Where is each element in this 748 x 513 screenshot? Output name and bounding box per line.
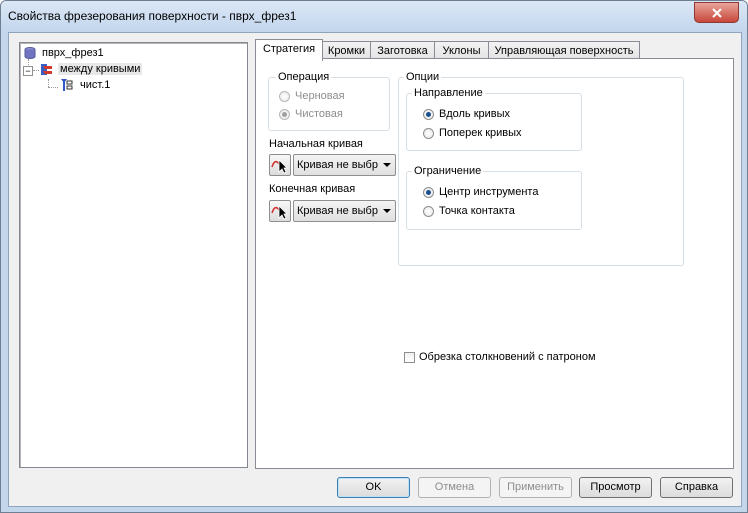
across-curves-label: Поперек кривых bbox=[439, 127, 522, 139]
start-curve-pick-button[interactable] bbox=[269, 154, 291, 176]
help-button[interactable]: Справка bbox=[660, 477, 733, 498]
collision-trim-label: Обрезка столкновений с патроном bbox=[419, 351, 596, 363]
start-curve-label: Начальная кривая bbox=[269, 138, 363, 150]
chevron-down-icon bbox=[383, 209, 391, 213]
apply-button[interactable]: Применить bbox=[499, 477, 572, 498]
along-curves-radio[interactable]: Вдоль кривых bbox=[423, 108, 510, 120]
pick-curve-icon bbox=[271, 205, 288, 220]
close-icon bbox=[711, 7, 722, 18]
database-icon bbox=[24, 47, 36, 59]
tree-item-label: чист.1 bbox=[80, 79, 111, 91]
operation-group bbox=[268, 77, 390, 131]
operation-tree[interactable]: − пврх_фрез1 между кривыми чист.1 bbox=[19, 42, 248, 468]
dialog-client: − пврх_фрез1 между кривыми чист.1 Страте… bbox=[8, 32, 742, 507]
pick-curve-icon bbox=[271, 159, 288, 174]
window-title: Свойства фрезерования поверхности - пврх… bbox=[8, 9, 297, 23]
tool-center-radio[interactable]: Центр инструмента bbox=[423, 186, 538, 198]
title-bar[interactable]: Свойства фрезерования поверхности - пврх… bbox=[1, 1, 747, 31]
ok-button[interactable]: OK bbox=[337, 477, 410, 498]
start-curve-select[interactable]: Кривая не выбр bbox=[293, 154, 396, 176]
tree-line bbox=[48, 87, 58, 88]
chevron-down-icon bbox=[383, 163, 391, 167]
checkbox-indicator bbox=[404, 351, 415, 363]
radio-indicator bbox=[423, 108, 434, 120]
limit-group bbox=[406, 171, 582, 230]
cancel-button[interactable]: Отмена bbox=[418, 477, 491, 498]
tool-center-label: Центр инструмента bbox=[439, 186, 539, 198]
finish-radio[interactable]: Чистовая bbox=[279, 108, 343, 120]
tree-line bbox=[48, 79, 49, 87]
tree-item-pass[interactable]: чист.1 bbox=[60, 77, 112, 93]
radio-indicator bbox=[423, 186, 434, 198]
limit-group-label: Ограничение bbox=[412, 165, 484, 177]
radio-indicator bbox=[423, 127, 434, 139]
strategy-panel: Операция Черновая Чистовая Начальная кри… bbox=[255, 58, 734, 469]
tree-item-label: между кривыми bbox=[58, 63, 143, 75]
radio-indicator bbox=[279, 108, 290, 120]
surface-operation-icon bbox=[41, 63, 52, 75]
options-group-label: Опции bbox=[404, 71, 442, 83]
contact-point-label: Точка контакта bbox=[439, 205, 515, 217]
across-curves-radio[interactable]: Поперек кривых bbox=[423, 127, 522, 139]
along-curves-label: Вдоль кривых bbox=[439, 108, 511, 120]
preview-button[interactable]: Просмотр bbox=[579, 477, 652, 498]
tree-item-operation[interactable]: между кривыми bbox=[40, 61, 143, 77]
close-button[interactable] bbox=[694, 2, 739, 23]
tree-line bbox=[33, 70, 39, 71]
dialog-window: Свойства фрезерования поверхности - пврх… bbox=[0, 0, 748, 513]
tab-strategy[interactable]: Стратегия bbox=[255, 39, 323, 61]
tree-expander[interactable]: − bbox=[23, 66, 33, 76]
radio-indicator bbox=[423, 205, 434, 217]
direction-group-label: Направление bbox=[412, 87, 485, 99]
end-curve-pick-button[interactable] bbox=[269, 200, 291, 222]
end-curve-label: Конечная кривая bbox=[269, 183, 356, 195]
rough-radio[interactable]: Черновая bbox=[279, 90, 345, 102]
rough-radio-label: Черновая bbox=[295, 90, 345, 102]
end-curve-value: Кривая не выбр bbox=[297, 205, 378, 217]
collision-trim-checkbox[interactable]: Обрезка столкновений с патроном bbox=[404, 351, 596, 363]
tool-pass-icon bbox=[61, 79, 73, 91]
tree-item-root[interactable]: пврх_фрез1 bbox=[24, 45, 106, 61]
finish-radio-label: Чистовая bbox=[295, 108, 343, 120]
tree-item-label: пврх_фрез1 bbox=[42, 47, 104, 59]
radio-indicator bbox=[279, 90, 290, 102]
contact-point-radio[interactable]: Точка контакта bbox=[423, 205, 515, 217]
end-curve-select[interactable]: Кривая не выбр bbox=[293, 200, 396, 222]
direction-group bbox=[406, 93, 582, 151]
start-curve-value: Кривая не выбр bbox=[297, 159, 378, 171]
operation-group-label: Операция bbox=[276, 71, 332, 83]
